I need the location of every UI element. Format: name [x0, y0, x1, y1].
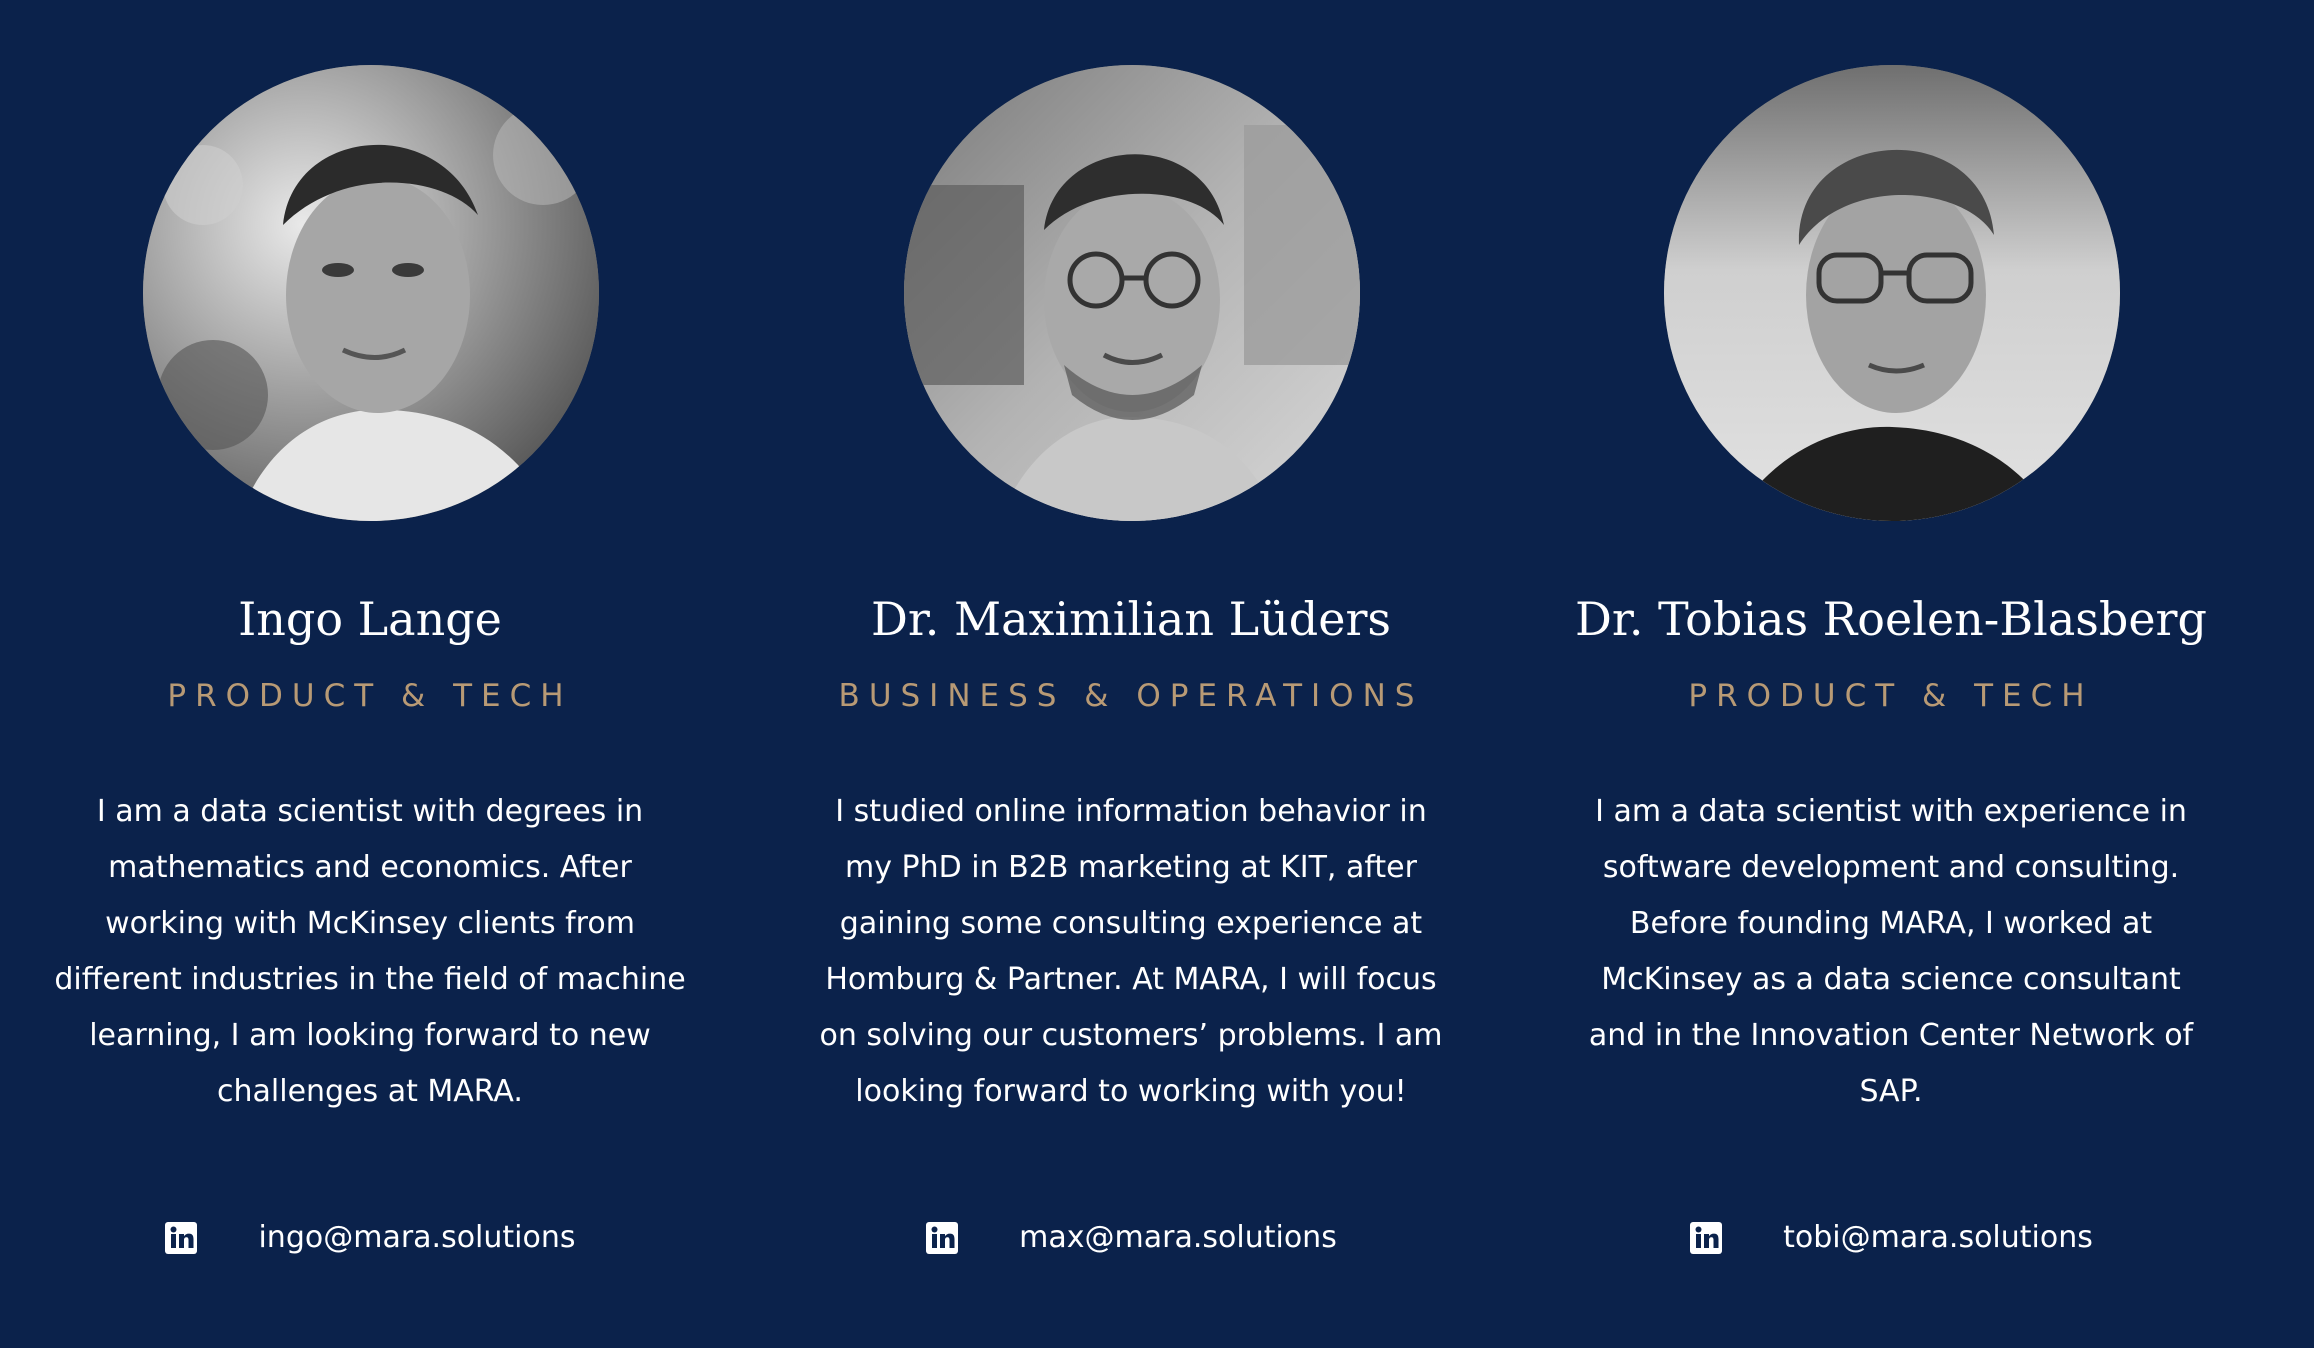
member-name: Dr. Maximilian Lüders [870, 592, 1392, 646]
contact-row: max@mara.solutions [751, 1213, 1511, 1263]
avatar [143, 65, 599, 521]
member-role: PRODUCT & TECH [1688, 678, 2094, 714]
contact-row: tobi@mara.solutions [1511, 1213, 2271, 1263]
member-role: BUSINESS & OPERATIONS [838, 678, 1424, 714]
member-bio: I studied online information behavior in… [819, 794, 1443, 1109]
team-card-tobias-roelen-blasberg: Dr. Tobias Roelen-Blasberg PRODUCT & TEC… [1511, 0, 2271, 1348]
member-bio: I am a data scientist with degrees in ma… [54, 794, 686, 1109]
email-link[interactable]: tobi@mara.solutions [1783, 1213, 2093, 1263]
portrait-photo [1664, 65, 2120, 521]
team-card-maximilian-lueders: Dr. Maximilian Lüders BUSINESS & OPERATI… [751, 0, 1511, 1348]
member-name: Ingo Lange [238, 592, 502, 646]
email-link[interactable]: ingo@mara.solutions [258, 1213, 575, 1263]
email-link[interactable]: max@mara.solutions [1019, 1213, 1337, 1263]
team-section: Ingo Lange PRODUCT & TECH I am a data sc… [0, 0, 2314, 1348]
avatar [1664, 65, 2120, 521]
member-bio: I am a data scientist with experience in… [1588, 794, 2194, 1109]
linkedin-icon[interactable] [925, 1221, 959, 1255]
member-name: Dr. Tobias Roelen-Blasberg [1575, 592, 2207, 646]
member-role: PRODUCT & TECH [167, 678, 573, 714]
avatar [904, 65, 1360, 521]
contact-row: ingo@mara.solutions [0, 1213, 750, 1263]
portrait-photo [904, 65, 1360, 521]
portrait-photo [143, 65, 599, 521]
team-card-ingo-lange: Ingo Lange PRODUCT & TECH I am a data sc… [0, 0, 750, 1348]
linkedin-icon[interactable] [164, 1221, 198, 1255]
linkedin-icon[interactable] [1689, 1221, 1723, 1255]
